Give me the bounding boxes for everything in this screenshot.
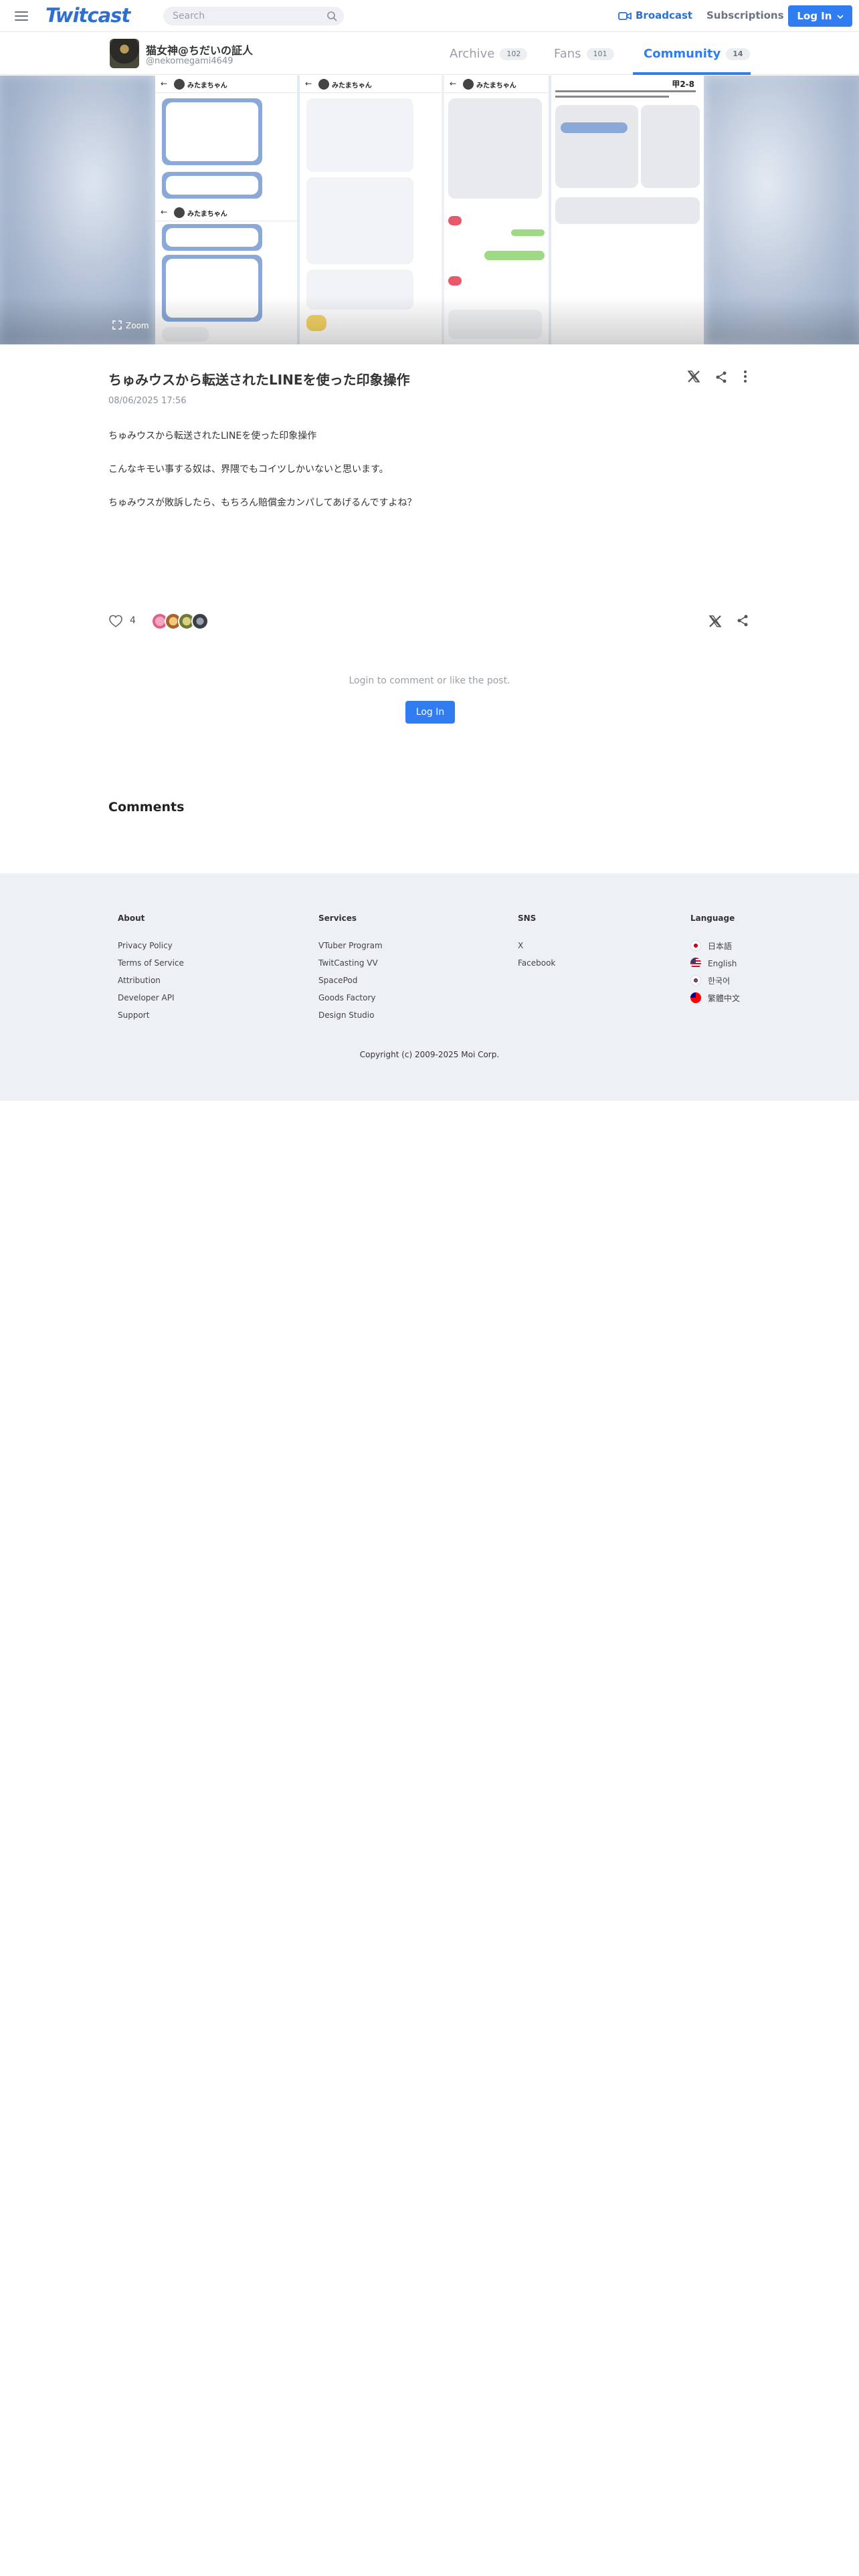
search-input[interactable] [173,9,313,23]
footer-about: About Privacy Policy Terms of Service At… [118,914,184,1027]
share-icon[interactable] [736,614,749,627]
privacy-policy-link[interactable]: Privacy Policy [118,940,184,958]
footer-services: Services VTuber Program TwitCasting VV S… [318,914,383,1027]
subscriptions-link[interactable]: Subscriptions [706,9,784,21]
language-korean[interactable]: 한국어 [690,975,740,992]
video-camera-icon [618,12,632,20]
footer-heading: About [118,914,145,923]
twitcasting-vv-link[interactable]: TwitCasting VV [318,958,383,975]
language-traditional-chinese[interactable]: 繁體中文 [690,992,740,1010]
line-header: ← みたまちゃん [155,76,297,93]
post-paragraph: こんなキモい事する奴は、界隈でもコイツしかいないと思います。 [108,464,389,475]
developer-api-link[interactable]: Developer API [118,992,184,1010]
language-label: English [708,959,737,968]
profile-handle: @nekomegami4649 [146,56,233,66]
line-contact-name: みたまちゃん [476,82,516,90]
line-contact-name: みたまちゃん [332,82,372,90]
x-share-icon[interactable] [708,614,723,629]
top-header: Twitcast Broadcast Subscriptions Log In [0,0,859,32]
post-image[interactable]: ← みたまちゃん ← みたまちゃん ← みたまちゃん ← みたまちゃん 甲2-8… [0,76,859,344]
line-contact-name: みたまちゃん [187,211,227,218]
liker-avatar[interactable] [191,613,209,630]
menu-icon[interactable] [13,9,29,23]
goods-factory-link[interactable]: Goods Factory [318,992,383,1010]
post-title: ちゅみウスから転送されたLINEを使った印象操作 [108,372,410,388]
language-english[interactable]: English [690,958,740,975]
tab-count: 101 [586,48,614,60]
login-label: Log In [797,10,832,22]
heart-icon[interactable] [108,614,123,629]
zoom-label: Zoom [126,321,149,330]
tab-label: Archive [450,47,495,61]
tab-label: Community [644,47,721,61]
more-options-icon[interactable] [741,369,749,384]
line-header: ← みたまちゃん [155,204,297,221]
line-header: ← みたまちゃん [300,76,442,93]
post-paragraph: ちゅみウスが敗訴したら、もちろん賠償金カンパしてあげるんですよね？ [108,498,417,508]
footer-language: Language 日本語 English 한국어 繁體中文 [690,914,740,1010]
search-icon[interactable] [326,11,337,21]
japan-flag-icon [690,940,701,951]
tab-community[interactable]: Community 14 [644,47,750,61]
login-button[interactable]: Log In [788,5,852,27]
vtuber-program-link[interactable]: VTuber Program [318,940,383,958]
post-paragraph: ちゅみウスから転送されたLINEを使った印象操作 [108,431,317,441]
comments-heading: Comments [108,800,185,815]
facebook-link[interactable]: Facebook [518,958,555,975]
login-prompt: Login to comment or like the post. [349,675,510,686]
broadcast-link[interactable]: Broadcast [618,9,692,21]
tab-label: Fans [554,47,581,61]
terms-link[interactable]: Terms of Service [118,958,184,975]
design-studio-link[interactable]: Design Studio [318,1010,383,1027]
evidence-label: 甲2-8 [672,80,694,89]
chevron-down-icon [837,15,844,19]
footer-heading: Services [318,914,357,923]
footer-sns: SNS X Facebook [518,914,555,975]
line-contact-name: みたまちゃん [187,82,227,90]
profile-bar: 猫女神@ちだいの証人 @nekomegami4649 Archive 102 Fa… [0,32,859,75]
language-label: 繁體中文 [708,994,741,1003]
profile-name[interactable]: 猫女神@ちだいの証人 [146,41,253,58]
support-link[interactable]: Support [118,1010,184,1027]
language-japanese[interactable]: 日本語 [690,940,740,958]
tab-archive[interactable]: Archive 102 [450,47,528,61]
footer-heading: SNS [518,914,537,923]
broadcast-label: Broadcast [636,9,693,21]
share-icon[interactable] [714,370,728,384]
post-body: ちゅみウスから転送されたLINEを使った印象操作 こんなキモい事する奴は、界隈で… [108,428,751,528]
like-count: 4 [130,615,136,626]
tab-fans[interactable]: Fans 101 [554,47,614,61]
login-button[interactable]: Log In [405,701,455,724]
active-tab-indicator [633,72,751,75]
search-box[interactable] [163,7,344,25]
language-label: 한국어 [708,976,731,986]
x-share-icon[interactable] [686,369,701,384]
tab-count: 102 [500,48,528,60]
expand-icon [112,320,122,330]
korea-flag-icon [690,975,701,986]
taiwan-flag-icon [690,992,701,1003]
us-flag-icon [690,958,701,968]
twitcast-logo[interactable]: Twitcast [45,4,130,27]
tab-count: 14 [726,48,750,60]
footer-heading: Language [690,914,735,923]
line-header: ← みたまちゃん [444,76,549,93]
post-date: 08/06/2025 17:56 [108,396,187,406]
avatar[interactable] [110,39,139,68]
footer: About Privacy Policy Terms of Service At… [0,873,859,1101]
language-label: 日本語 [708,942,733,951]
attribution-link[interactable]: Attribution [118,975,184,992]
spacepod-link[interactable]: SpacePod [318,975,383,992]
x-link[interactable]: X [518,940,555,958]
copyright: Copyright (c) 2009-2025 Moi Corp. [359,1050,500,1059]
zoom-button[interactable]: Zoom [112,320,149,330]
